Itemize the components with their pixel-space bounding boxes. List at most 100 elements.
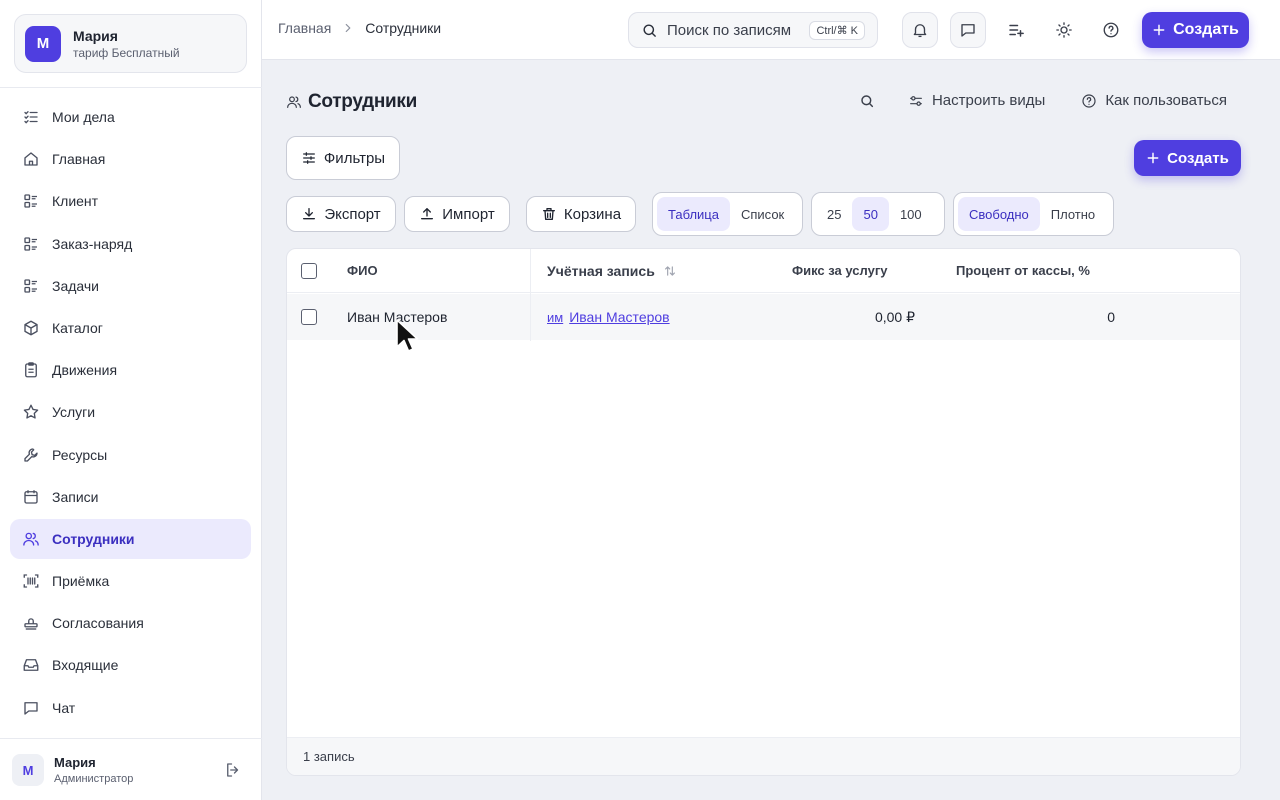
logout-icon[interactable] (224, 761, 242, 779)
filter-sliders-icon (301, 150, 317, 166)
page-size-switch: 25 50 100 (811, 192, 945, 236)
sidebar-item-label: Главная (52, 151, 106, 168)
column-divider (530, 249, 531, 341)
table-footer: 1 запись (287, 737, 1240, 775)
users-icon (22, 530, 40, 548)
workspace-switcher[interactable]: М Мария тариф Бесплатный (14, 14, 247, 73)
page-size-100[interactable]: 100 (889, 197, 933, 231)
help-button[interactable] (1093, 12, 1129, 48)
density-switch: Свободно Плотно (953, 192, 1114, 236)
sidebar-item-label: Клиент (52, 193, 99, 210)
sidebar-item-employees[interactable]: Сотрудники (10, 518, 251, 559)
plus-icon (1152, 23, 1166, 37)
download-icon (301, 206, 317, 222)
workspace-name: Мария (73, 27, 118, 44)
cell-percent: 0 (1107, 309, 1115, 325)
create-button[interactable]: Создать (1134, 140, 1241, 176)
sidebar: М Мария тариф Бесплатный Мои дела Главна… (0, 0, 262, 800)
column-header-account[interactable]: Учётная запись (547, 249, 677, 292)
divider (0, 738, 262, 739)
filters-button[interactable]: Фильтры (286, 136, 400, 180)
view-mode-list[interactable]: Список (730, 197, 795, 231)
list-icon (22, 192, 40, 210)
divider (0, 87, 262, 88)
select-all-checkbox[interactable] (301, 262, 317, 279)
messages-button[interactable] (950, 12, 986, 48)
chevron-right-icon (341, 21, 355, 35)
import-button[interactable]: Импорт (404, 196, 510, 232)
sidebar-item-movements[interactable]: Движения (10, 350, 251, 390)
page-header-actions: Настроить виды Как пользоваться (859, 92, 1227, 109)
how-to-use-button[interactable]: Как пользоваться (1081, 92, 1227, 109)
density-free[interactable]: Свободно (958, 197, 1040, 231)
sidebar-item-resources[interactable]: Ресурсы (10, 435, 251, 475)
star-icon (22, 403, 40, 421)
sidebar-item-label: Приёмка (52, 573, 110, 590)
sidebar-item-label: Чат (52, 699, 76, 716)
page-size-50[interactable]: 50 (852, 197, 889, 231)
row-checkbox[interactable] (301, 309, 317, 325)
notifications-button[interactable] (902, 12, 938, 48)
sidebar-item-inbox[interactable]: Входящие (10, 645, 251, 685)
column-header-fix[interactable]: Фикс за услугу (792, 249, 888, 292)
density-compact[interactable]: Плотно (1040, 197, 1106, 231)
search-placeholder: Поиск по записям (667, 21, 792, 39)
user-role: Администратор (54, 773, 134, 785)
sidebar-item-catalog[interactable]: Каталог (10, 308, 251, 348)
table-row[interactable]: Иван Мастеров им Иван Мастеров 0,00 ₽ 0 (287, 294, 1240, 340)
configure-views-button[interactable]: Настроить виды (908, 92, 1045, 109)
queue-button[interactable] (998, 12, 1034, 48)
sidebar-item-tasks[interactable]: Задачи (10, 266, 251, 306)
global-search[interactable]: Поиск по записям Ctrl/⌘ K (628, 12, 878, 48)
chat-icon (959, 21, 977, 39)
sidebar-item-records[interactable]: Записи (10, 477, 251, 517)
sort-icon[interactable] (663, 264, 677, 278)
column-header-label: Учётная запись (547, 262, 655, 279)
box-icon (22, 319, 40, 337)
sidebar-item-client[interactable]: Клиент (10, 181, 251, 221)
search-icon[interactable] (859, 93, 875, 109)
barcode-scan-icon (22, 572, 40, 590)
bell-icon (911, 21, 929, 39)
sun-icon (1055, 21, 1073, 39)
page-size-25[interactable]: 25 (816, 197, 852, 231)
user-name: Мария (54, 755, 96, 770)
account-initials: им (547, 309, 564, 325)
cell-name[interactable]: Иван Мастеров (347, 294, 447, 340)
workspace-avatar: М (25, 25, 61, 62)
view-mode-table[interactable]: Таблица (657, 197, 730, 231)
create-button-label: Создать (1173, 21, 1239, 38)
search-icon (641, 22, 658, 39)
sidebar-item-approvals[interactable]: Согласования (10, 603, 251, 643)
sidebar-item-label: Заказ-наряд (52, 235, 133, 252)
list-add-icon (1007, 21, 1025, 39)
sidebar-item-label: Ресурсы (52, 446, 108, 463)
page-title: Сотрудники (308, 91, 418, 112)
account-link[interactable]: Иван Мастеров (569, 309, 669, 325)
sidebar-item-chat[interactable]: Чат (10, 688, 251, 728)
trash-icon (541, 206, 557, 222)
sidebar-item-my-tasks[interactable]: Мои дела (10, 97, 251, 137)
create-button-top[interactable]: Создать (1142, 12, 1249, 48)
upload-icon (419, 206, 435, 222)
cell-fix: 0,00 ₽ (874, 308, 915, 325)
export-button[interactable]: Экспорт (286, 196, 396, 232)
trash-button[interactable]: Корзина (526, 196, 636, 232)
column-header-percent[interactable]: Процент от кассы, % (956, 249, 1090, 292)
trash-label: Корзина (563, 205, 622, 223)
list-icon (22, 235, 40, 253)
page-header: Сотрудники (286, 90, 417, 114)
user-profile[interactable]: М Мария Администратор (12, 752, 252, 788)
breadcrumb-home-link[interactable]: Главная (278, 20, 331, 36)
sidebar-item-home[interactable]: Главная (10, 139, 251, 179)
column-header-name[interactable]: ФИО (347, 249, 378, 292)
sidebar-item-services[interactable]: Услуги (10, 392, 251, 432)
list-icon (22, 277, 40, 295)
theme-toggle-button[interactable] (1046, 12, 1082, 48)
sidebar-item-work-order[interactable]: Заказ-наряд (10, 224, 251, 264)
topbar: Главная Сотрудники Поиск по записям Ctrl… (262, 0, 1280, 60)
wrench-icon (22, 446, 40, 464)
sidebar-item-acceptance[interactable]: Приёмка (10, 561, 251, 601)
create-button-label: Создать (1167, 149, 1229, 167)
employees-table: ФИО Учётная запись Фикс за услугу Процен… (286, 248, 1241, 776)
